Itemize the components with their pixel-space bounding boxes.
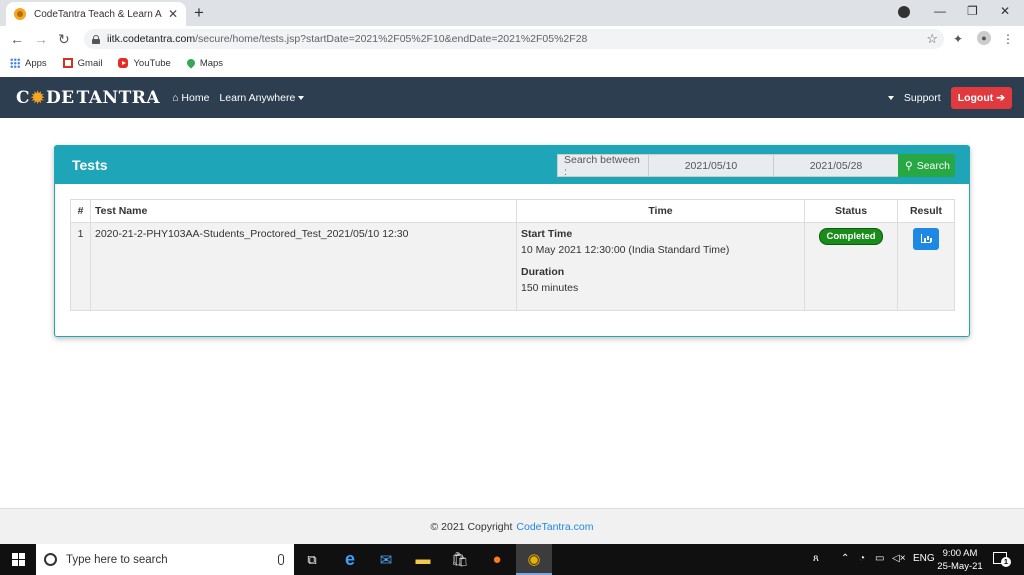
result-chart-button[interactable] [913,228,939,250]
row-time: Start Time 10 May 2021 12:30:00 (India S… [516,222,805,311]
col-index: # [70,199,91,223]
taskbar-search-placeholder: Type here to search [66,553,168,566]
user-dropdown-caret-icon[interactable] [887,96,894,100]
copyright-text: © 2021 Copyright [430,520,513,533]
address-bar[interactable]: iitk.codetantra.com/secure/home/tests.js… [84,29,944,49]
restore-icon[interactable]: ❐ [967,4,978,18]
store-icon[interactable]: 🛍 [442,544,478,575]
reload-icon[interactable]: ↻ [58,31,70,48]
bar-chart-icon [921,234,931,243]
tests-panel: Tests Search between : 2021/05/10 2021/0… [54,145,970,337]
windows-taskbar: Type here to search ⧉ e ✉ ▬ 🛍 ● ◉ ጸ ⌃ ◔ … [0,544,1024,575]
codetantra-footer-link[interactable]: CodeTantra.com [516,521,593,533]
caret-down-icon [298,95,305,100]
col-result: Result [897,199,955,223]
people-icon[interactable]: ጸ [813,553,819,564]
file-explorer-icon[interactable]: ▬ [405,544,441,575]
taskbar-search-box[interactable]: Type here to search [36,544,294,575]
chrome-account-icon[interactable] [898,6,910,18]
duration-value: 150 minutes [521,282,579,294]
codetantra-favicon-icon [14,8,26,20]
start-time-label: Start Time [521,228,573,240]
cortana-circle-icon [44,553,57,566]
close-tab-icon[interactable]: ✕ [168,7,178,21]
back-icon[interactable]: ← [10,31,24,47]
tray-chevron-up-icon[interactable]: ⌃ [841,553,849,564]
menu-kebab-icon[interactable]: ⋮ [1002,32,1014,46]
gmail-icon [62,58,73,68]
start-time-value: 10 May 2021 12:30:00 (India Standard Tim… [521,244,730,256]
end-date-input[interactable]: 2021/05/28 [773,154,898,177]
task-view-icon[interactable]: ⧉ [294,544,330,575]
close-window-icon[interactable]: ✕ [1000,4,1010,18]
bookmark-youtube[interactable]: YouTube [118,58,171,69]
nav-home-link[interactable]: ⌂ Home [172,92,209,104]
row-test-name: 2020-21-2-PHY103AA-Students_Proctored_Te… [90,222,517,311]
bookmark-apps[interactable]: Apps [10,58,47,69]
col-test-name: Test Name [90,199,517,223]
nav-learn-anywhere-dropdown[interactable]: Learn Anywhere [219,92,305,104]
sign-out-icon: ➔ [996,92,1005,104]
table-header-row: # Test Name Time Status Result [70,199,955,223]
row-index: 1 [70,222,91,311]
panel-header: Tests Search between : 2021/05/10 2021/0… [55,146,969,184]
wifi-icon[interactable]: ◔ [859,553,865,564]
maps-pin-icon [185,57,197,69]
col-time: Time [516,199,805,223]
volume-muted-icon[interactable]: ◁× [892,553,906,564]
youtube-icon [118,58,129,68]
battery-icon[interactable]: ▭ [875,553,884,564]
status-badge: Completed [819,228,883,245]
search-icon: ⚲ [905,159,913,172]
tab-title: CodeTantra Teach & Learn Anyw [34,8,162,20]
new-tab-icon[interactable]: + [194,3,204,23]
row-status: Completed [804,222,898,311]
app-navbar: C ✹ DE TANTRA ⌂ Home Learn Anywhere Support … [0,77,1024,118]
url-text[interactable]: iitk.codetantra.com/secure/home/tests.js… [107,33,587,45]
notification-count-badge: 1 [1001,557,1011,567]
minimize-icon[interactable]: — [934,4,946,18]
bookmark-star-icon[interactable]: ☆ [926,31,938,47]
date-search-group: Search between : 2021/05/10 2021/05/28 ⚲… [557,154,955,178]
table-row: 1 2020-21-2-PHY103AA-Students_Proctored_… [70,222,955,311]
taskbar-clock[interactable]: 9:00 AM 25-May-21 [934,547,986,573]
row-result [897,222,955,311]
lock-icon[interactable] [92,34,100,44]
tests-table: # Test Name Time Status Result 1 2020-21… [70,199,955,311]
clock-date: 25-May-21 [937,561,983,572]
duration-label: Duration [521,266,565,278]
bookmark-maps[interactable]: Maps [185,57,223,69]
windows-start-icon[interactable] [12,553,25,566]
profile-avatar-icon[interactable]: ● [977,31,991,45]
browser-toolbar: ← → ↻ iitk.codetantra.com/secure/home/te… [0,26,1024,52]
home-icon: ⌂ [172,91,179,104]
bookmarks-bar: Apps Gmail YouTube Maps [0,52,1024,74]
page-footer: © 2021 Copyright CodeTantra.com [0,508,1024,544]
bookmark-gmail[interactable]: Gmail [62,58,102,69]
extensions-icon[interactable]: ✦ [953,32,963,46]
search-between-label: Search between : [557,154,648,178]
mail-icon[interactable]: ✉ [368,544,404,575]
clock-time: 9:00 AM [942,548,978,559]
logout-button[interactable]: Logout ➔ [950,87,1012,109]
browser-tab[interactable]: CodeTantra Teach & Learn Anyw ✕ [6,2,186,26]
search-button[interactable]: ⚲ Search [898,154,955,177]
firefox-icon[interactable]: ● [479,544,515,575]
panel-title: Tests [72,157,108,173]
chrome-icon[interactable]: ◉ [516,544,552,575]
logo-gear-icon: ✹ [31,88,45,107]
language-indicator[interactable]: ENG [913,553,935,564]
browser-tab-strip: CodeTantra Teach & Learn Anyw ✕ + — ❐ ✕ [0,0,1024,26]
col-status: Status [804,199,898,223]
codetantra-logo[interactable]: C ✹ DE TANTRA [16,88,160,108]
edge-icon[interactable]: e [332,544,368,575]
apps-grid-icon [10,58,20,68]
microphone-icon[interactable] [278,554,284,565]
forward-icon[interactable]: → [34,31,48,47]
start-date-input[interactable]: 2021/05/10 [648,154,773,177]
support-link[interactable]: Support [904,92,941,104]
